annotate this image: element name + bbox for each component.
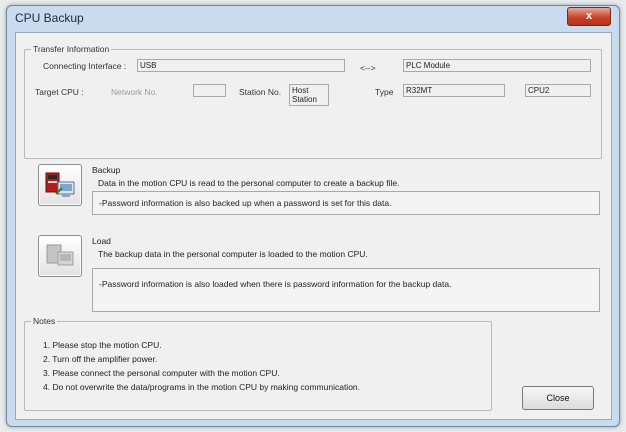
connecting-interface-label: Connecting Interface : (43, 61, 127, 71)
note-item: 1. Please stop the motion CPU. (43, 340, 162, 350)
load-button[interactable] (38, 235, 82, 277)
cpu-field: CPU2 (525, 84, 591, 97)
plc-module-field: PLC Module (403, 59, 591, 72)
connecting-interface-field: USB (137, 59, 345, 72)
title-bar: CPU Backup x (7, 6, 619, 30)
type-label: Type (375, 87, 394, 97)
network-no-label: Network No. (111, 87, 158, 97)
close-button[interactable]: Close (522, 386, 594, 410)
backup-description: Data in the motion CPU is read to the pe… (98, 178, 400, 188)
type-field: R32MT (403, 84, 505, 97)
notes-group: Notes 1. Please stop the motion CPU. 2. … (24, 316, 492, 411)
network-no-field (193, 84, 226, 97)
note-item: 4. Do not overwrite the data/programs in… (43, 382, 361, 392)
dialog-body: Transfer Information Connecting Interfac… (15, 32, 612, 420)
load-password-note: -Password information is also loaded whe… (92, 268, 600, 312)
notes-legend: Notes (31, 316, 58, 326)
transfer-information-legend: Transfer Information (31, 44, 112, 54)
window-title: CPU Backup (15, 11, 84, 25)
backup-title: Backup (92, 165, 121, 175)
station-no-field: Host Station (289, 84, 329, 106)
cpu-backup-dialog: CPU Backup x Transfer Information Connec… (6, 5, 620, 427)
load-description: The backup data in the personal computer… (98, 249, 368, 259)
target-cpu-label: Target CPU : (35, 87, 84, 97)
note-item: 3. Please connect the personal computer … (43, 368, 280, 378)
backup-icon (45, 172, 75, 197)
backup-button[interactable] (38, 164, 82, 206)
note-item: 2. Turn off the amplifier power. (43, 354, 158, 364)
load-title: Load (92, 236, 111, 246)
backup-password-note: -Password information is also backed up … (92, 191, 600, 215)
close-window-icon[interactable]: x (567, 7, 611, 26)
station-no-label: Station No. (239, 87, 282, 97)
load-icon (46, 244, 74, 266)
transfer-information-group: Transfer Information Connecting Interfac… (24, 44, 602, 159)
transfer-arrow: <--> (360, 63, 376, 73)
